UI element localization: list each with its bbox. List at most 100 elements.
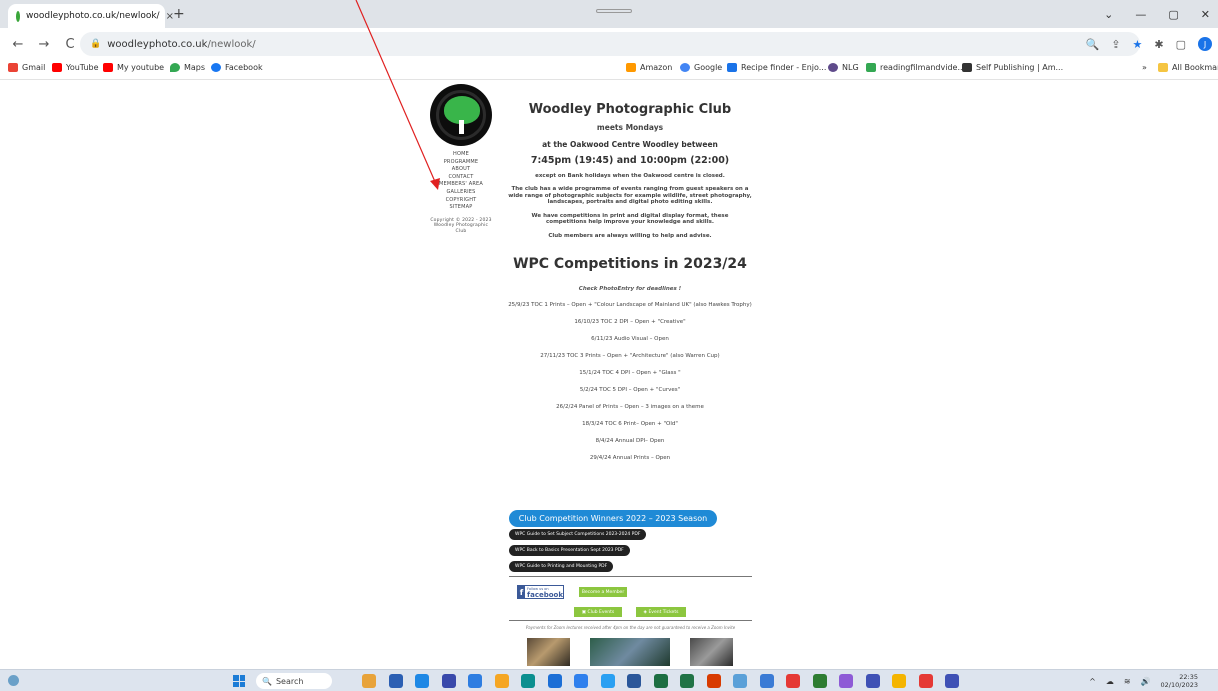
profile-avatar[interactable]: J [1198, 37, 1212, 51]
taskbar-app-icon[interactable] [362, 674, 376, 688]
taskbar-app-icon[interactable] [441, 674, 456, 688]
bookmark-facebook[interactable]: Facebook [211, 63, 263, 72]
set-subject-guide-pdf-button[interactable]: WPC Guide to Set Subject Competitions 20… [509, 529, 647, 540]
taskbar-app-icon[interactable] [521, 674, 535, 688]
taskbar-app-icon[interactable] [892, 674, 906, 688]
address-row: ← → C 🔒 woodleyphoto.co.uk/newlook/ 🔍 ⇪ … [0, 28, 1218, 60]
site-nav: HOME PROGRAMME ABOUT CONTACT MEMBERS' AR… [430, 151, 492, 234]
share-icon[interactable]: ⇪ [1111, 38, 1120, 51]
taskbar-app-icon[interactable] [627, 674, 641, 688]
bookmark-youtube[interactable]: YouTube [52, 63, 99, 72]
taskbar-app-icon[interactable] [786, 674, 800, 688]
payments-note: Payments for Zoom lectures received afte… [525, 625, 736, 630]
zoom-icon[interactable]: 🔍 [1086, 38, 1100, 51]
browser-tab[interactable]: woodleyphoto.co.uk/newlook/ × [8, 4, 174, 28]
taskbar-app-icon[interactable] [388, 674, 403, 688]
folder-icon [1158, 63, 1168, 72]
show-hidden-icons[interactable]: ^ [1089, 677, 1096, 686]
close-window-button[interactable]: ✕ [1201, 8, 1210, 21]
bookmark-nlg[interactable]: NLG [828, 63, 859, 72]
taskbar-app-icon[interactable] [468, 674, 482, 688]
search-icon: 🔍 [262, 676, 272, 686]
back-to-basics-pdf-button[interactable]: WPC Back to Basics Presentation Sept 202… [509, 545, 630, 556]
amazon-icon [626, 63, 636, 72]
taskbar-app-icon[interactable] [839, 674, 853, 688]
extensions-icon[interactable]: ✱ [1154, 38, 1163, 51]
printing-mounting-pdf-button[interactable]: WPC Guide to Printing and Mounting PDF [509, 561, 614, 572]
facebook-follow-button[interactable]: f Follow us on facebook [517, 585, 564, 599]
toolbar-icons: 🔍 ⇪ ★ ✱ ▢ J [1086, 37, 1212, 51]
address-bar[interactable]: 🔒 woodleyphoto.co.uk/newlook/ [80, 32, 1140, 56]
bookmark-readingfilm[interactable]: readingfilmandvide... [866, 63, 965, 72]
taskbar: 🔍 Search ^ ☁ ≋ 🔊 22:35 02/10/2023 [0, 669, 1218, 691]
more-bookmarks-button[interactable]: » [1142, 63, 1147, 72]
maximize-button[interactable]: ▢ [1168, 8, 1178, 21]
all-bookmarks-folder[interactable]: All Bookmarks [1158, 63, 1218, 72]
taskbar-app-icon[interactable] [812, 674, 827, 688]
nav-about[interactable]: ABOUT [430, 166, 492, 174]
competition-winners-button[interactable]: Club Competition Winners 2022 – 2023 Sea… [509, 510, 717, 527]
clock[interactable]: 22:35 02/10/2023 [1161, 673, 1198, 689]
nav-copyright[interactable]: COPYRIGHT [430, 197, 492, 205]
tab-search-icon[interactable]: ⌄ [1104, 8, 1113, 21]
taskbar-app-icon[interactable] [547, 674, 562, 688]
page-title: Woodley Photographic Club [528, 102, 732, 117]
competitions-paragraph: We have competitions in print and digita… [531, 212, 729, 226]
taskbar-app-icon[interactable] [680, 674, 694, 688]
taskbar-app-icon[interactable] [494, 674, 509, 688]
owl-photo[interactable] [527, 638, 570, 666]
new-tab-button[interactable]: + [173, 6, 185, 22]
taskbar-app-icon[interactable] [706, 674, 721, 688]
bookmark-maps[interactable]: Maps [170, 63, 205, 72]
minimize-button[interactable]: — [1135, 8, 1146, 21]
lock-icon[interactable]: 🔒 [90, 39, 101, 49]
bookmark-recipe-finder[interactable]: Recipe finder - Enjo... [727, 63, 826, 72]
gorilla-photo[interactable] [690, 638, 733, 666]
nav-members-area[interactable]: MEMBERS' AREA [430, 181, 492, 189]
competition-item: 6/11/23 Audio Visual – Open [591, 336, 669, 342]
bookmark-gmail[interactable]: Gmail [8, 63, 45, 72]
side-panel-icon[interactable]: ▢ [1176, 38, 1186, 51]
back-button[interactable]: ← [10, 37, 26, 52]
intro-paragraph: The club has a wide programme of events … [508, 186, 752, 205]
competitions-heading: WPC Competitions in 2023/24 [513, 256, 747, 272]
taskbar-app-icon[interactable] [574, 674, 588, 688]
nav-contact[interactable]: CONTACT [430, 174, 492, 182]
taskbar-app-icon[interactable] [415, 674, 429, 688]
event-tickets-button[interactable]: ◈ Event Tickets [636, 607, 686, 617]
bookmark-star-icon[interactable]: ★ [1133, 38, 1143, 51]
drag-handle[interactable] [596, 9, 632, 13]
browser-tab-bar: woodleyphoto.co.uk/newlook/ × + ⌄ — ▢ ✕ [0, 0, 1218, 28]
nav-sitemap[interactable]: SITEMAP [430, 204, 492, 212]
taskbar-app-icon[interactable] [733, 674, 747, 688]
bookmark-my-youtube[interactable]: My youtube [103, 63, 164, 72]
nav-galleries[interactable]: GALLERIES [430, 189, 492, 197]
taskbar-app-icon[interactable] [653, 674, 668, 688]
competition-item: 8/4/24 Annual DPI– Open [595, 438, 665, 444]
taskbar-app-icon[interactable] [865, 674, 880, 688]
taskbar-app-icon[interactable] [918, 674, 933, 688]
forward-button[interactable]: → [36, 37, 52, 52]
play-icon [866, 63, 876, 72]
club-logo[interactable] [430, 84, 492, 146]
system-tray: ^ ☁ ≋ 🔊 22:35 02/10/2023 [1089, 673, 1198, 689]
become-member-button[interactable]: Become a Member [579, 587, 627, 597]
taskbar-app-icon[interactable] [945, 674, 959, 688]
club-events-button[interactable]: ▣ Club Events [574, 607, 622, 617]
nav-home[interactable]: HOME [430, 151, 492, 159]
cloud-icon[interactable]: ☁ [1106, 677, 1114, 686]
nav-programme[interactable]: PROGRAMME [430, 159, 492, 167]
taskbar-search[interactable]: 🔍 Search [256, 673, 332, 689]
bookmark-google[interactable]: Google [680, 63, 722, 72]
volume-icon[interactable]: 🔊 [1141, 677, 1151, 686]
windows-start-icon[interactable] [233, 675, 245, 687]
taskbar-app-icon[interactable] [759, 674, 774, 688]
taskbar-app-icon[interactable] [600, 674, 615, 688]
bookmark-amazon[interactable]: Amazon [626, 63, 672, 72]
reload-button[interactable]: C [62, 37, 78, 52]
main-content: Woodley Photographic Club meets Mondays … [507, 100, 753, 462]
widgets-icon[interactable] [8, 675, 19, 686]
bookmark-self-publishing[interactable]: Self Publishing | Am... [962, 63, 1063, 72]
wifi-icon[interactable]: ≋ [1124, 677, 1131, 686]
wildlife-photo[interactable] [590, 638, 670, 666]
